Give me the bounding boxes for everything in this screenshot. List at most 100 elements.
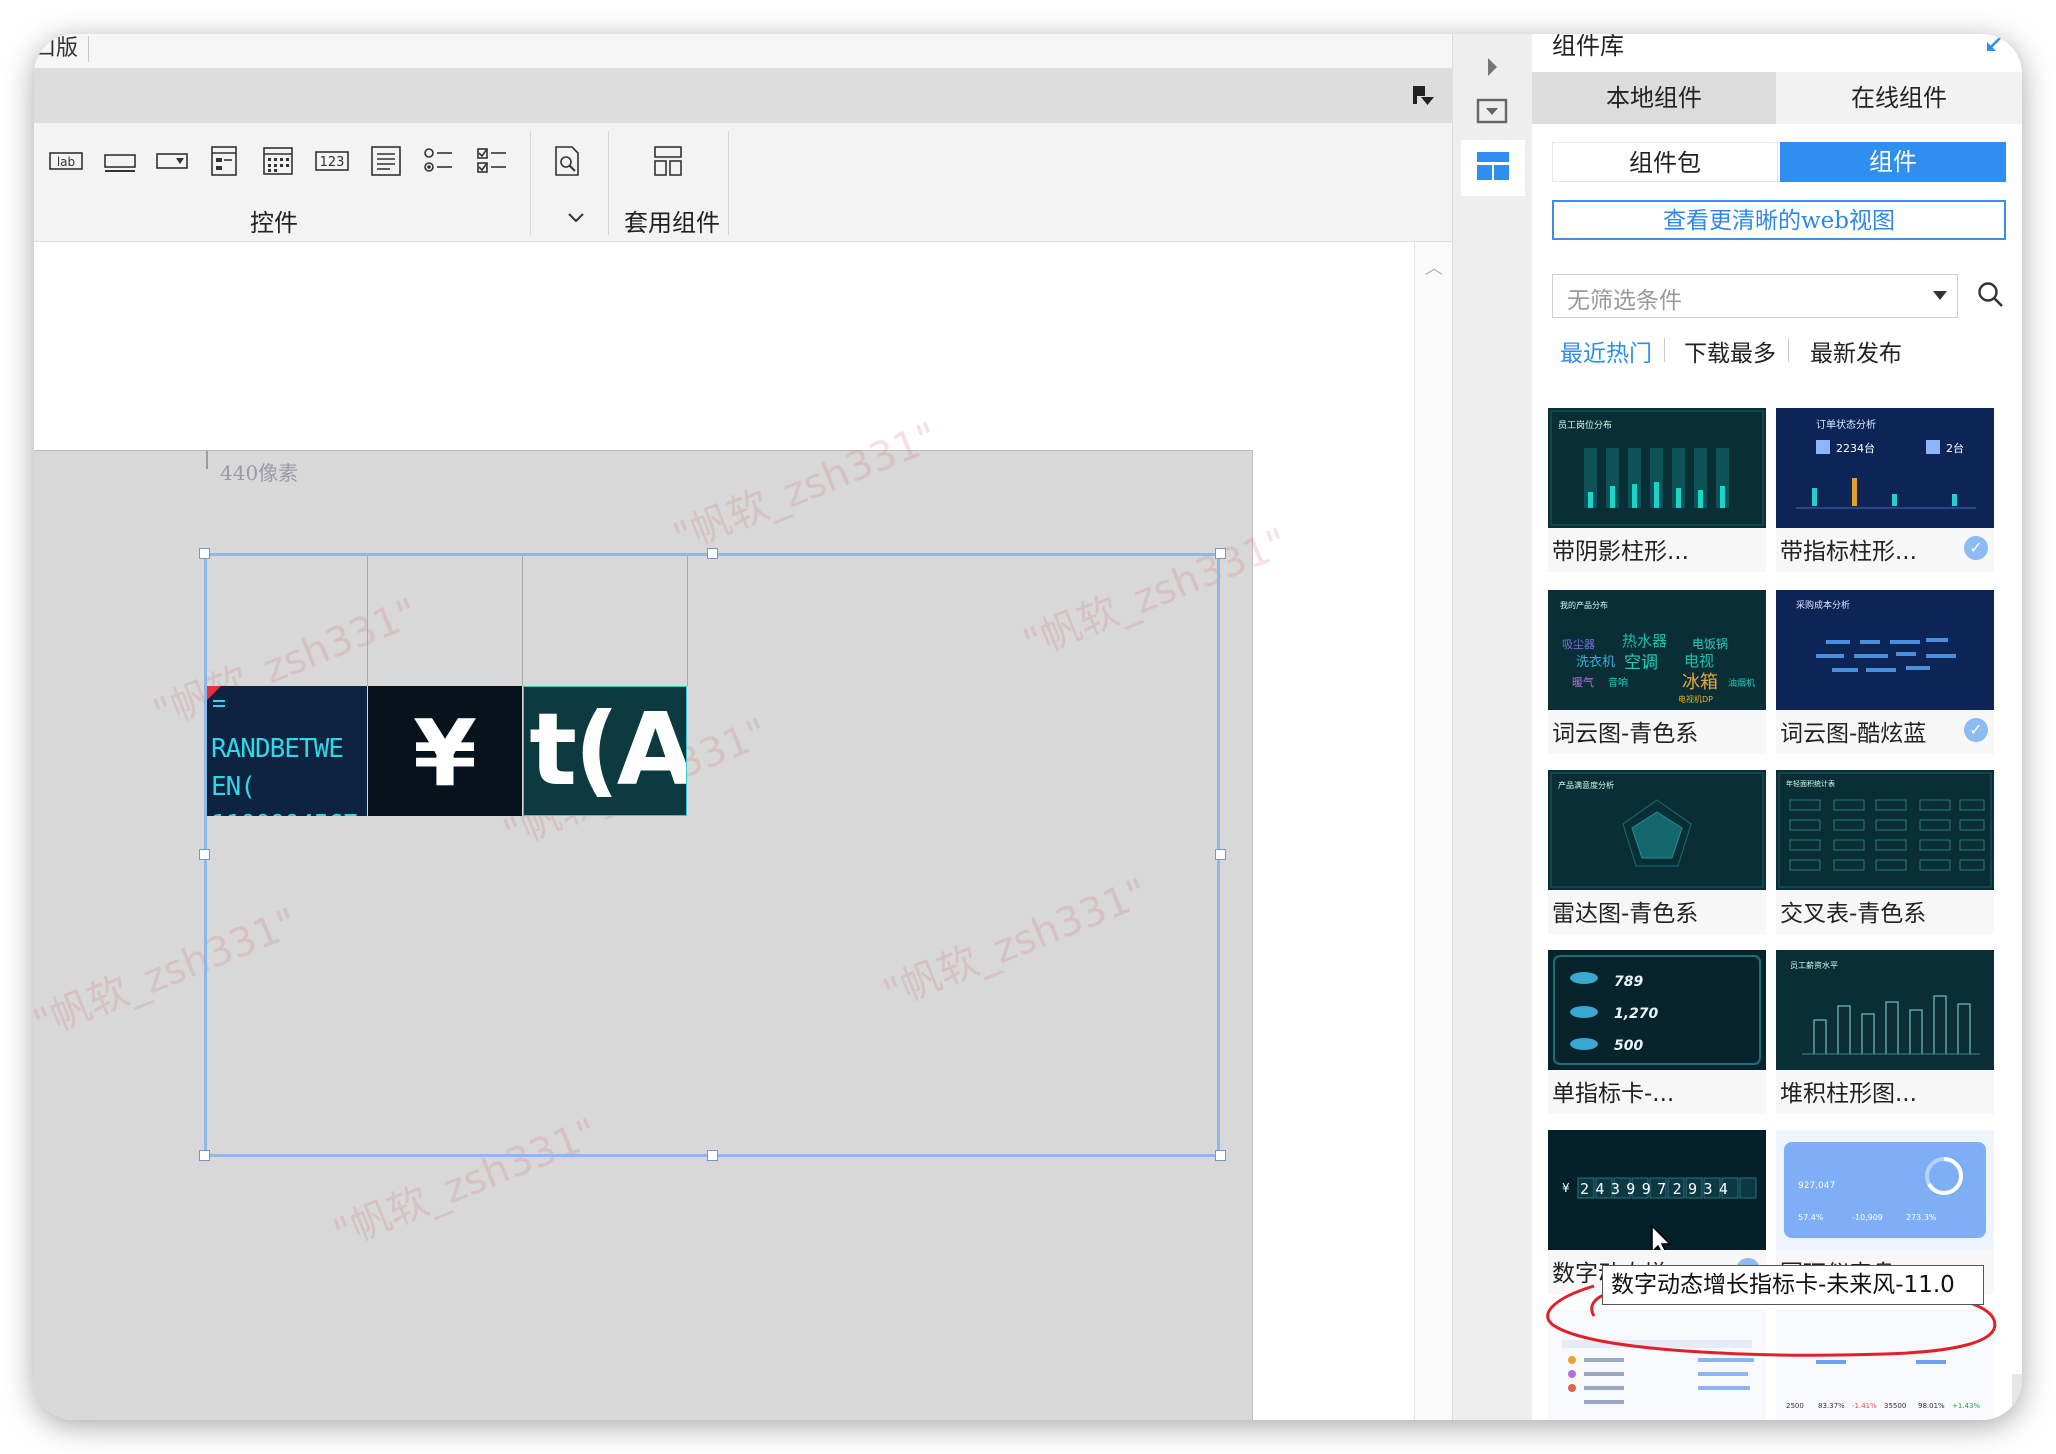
card-label: 堆积柱形图... bbox=[1780, 1081, 1917, 1107]
svg-text:电饭锅: 电饭锅 bbox=[1692, 636, 1728, 651]
panel-scrollbar[interactable] bbox=[2012, 1374, 2022, 1420]
preview-icon[interactable] bbox=[548, 145, 584, 177]
card-thumbnail: 员工薪资水平 bbox=[1776, 950, 1994, 1070]
canvas-vertical-scrollbar[interactable]: ︿ bbox=[1414, 242, 1453, 1420]
yen-symbol: ¥ bbox=[412, 700, 477, 807]
svg-text:83.37%: 83.37% bbox=[1818, 1402, 1845, 1410]
ribbon-separator bbox=[530, 131, 531, 235]
component-card[interactable]: 员工岗位分布 带阴影柱形... bbox=[1548, 408, 1766, 572]
radio-group-icon[interactable] bbox=[420, 145, 456, 177]
resize-handle-ne[interactable] bbox=[1215, 548, 1226, 559]
resize-handle-w[interactable] bbox=[199, 849, 210, 860]
widget-ribbon: lab 123 控件 套用组件 bbox=[34, 123, 1452, 242]
svg-text:采购成本分析: 采购成本分析 bbox=[1796, 599, 1850, 611]
collapse-ribbon-icon[interactable] bbox=[1412, 85, 1436, 107]
dashboard-body[interactable]: 440像素 "帆软_zsh331" "帆软_zsh331" "帆软_zsh331… bbox=[34, 414, 1294, 1420]
card-label: 带指标柱形... bbox=[1780, 539, 1917, 565]
card-thumbnail: 789 1,270 500 bbox=[1548, 950, 1766, 1070]
component-library-panel: 组件库 本地组件 在线组件 组件包 组件 查看更清晰的web视图 无筛选条件 最… bbox=[1532, 34, 2022, 1420]
resize-handle-e[interactable] bbox=[1215, 849, 1226, 860]
svg-text:空调: 空调 bbox=[1624, 653, 1658, 673]
ribbon-separator bbox=[728, 131, 729, 235]
svg-text:2234台: 2234台 bbox=[1836, 441, 1875, 455]
segment-component[interactable]: 组件 bbox=[1780, 142, 2006, 182]
resize-handle-n[interactable] bbox=[707, 548, 718, 559]
widget-settings-icon[interactable] bbox=[1473, 92, 1511, 130]
ribbon-header bbox=[34, 69, 1452, 123]
resize-handle-se[interactable] bbox=[1215, 1150, 1226, 1161]
resize-handle-nw[interactable] bbox=[199, 548, 210, 559]
sort-divider bbox=[1788, 338, 1789, 362]
card-thumbnail: 订单状态分析 2234台 2台 bbox=[1776, 408, 1994, 528]
svg-text:员工薪资水平: 员工薪资水平 bbox=[1790, 960, 1838, 970]
component-library-tab[interactable] bbox=[1461, 140, 1525, 196]
number-cell[interactable]: it(A bbox=[523, 686, 687, 816]
dock-arrow-icon[interactable] bbox=[1984, 34, 2004, 54]
selected-component-frame[interactable]: RANDBETWE EN( 1100004567 ¥ it(A bbox=[204, 553, 1220, 1157]
app-window: 口版 lab 123 控件 套用组件 ︿ 440像素 "帆软_zsh331" "… bbox=[34, 34, 2022, 1420]
card-thumbnail: 采购成本分析 bbox=[1776, 590, 1994, 710]
segment-component-package[interactable]: 组件包 bbox=[1552, 142, 1778, 182]
date-tool-icon[interactable] bbox=[260, 145, 296, 177]
tab-online-components[interactable]: 在线组件 bbox=[1776, 72, 2022, 124]
cell-formula-text: it(A bbox=[524, 691, 687, 808]
svg-text:我的产品分布: 我的产品分布 bbox=[1560, 600, 1608, 610]
top-tab-bar: 口版 bbox=[34, 34, 1452, 69]
svg-text:暖气: 暖气 bbox=[1572, 675, 1594, 689]
width-pixel-label: 440像素 bbox=[220, 461, 299, 485]
sort-most-downloaded[interactable]: 下载最多 bbox=[1684, 334, 1776, 368]
sort-recent-hot[interactable]: 最近热门 bbox=[1560, 334, 1652, 368]
component-card[interactable]: 我的产品分布 吸尘器 热水器 电饭锅 洗衣机 空调 电视 暖气 音响 冰箱 油烟… bbox=[1548, 590, 1766, 754]
component-name-tooltip: 数字动态增长指标卡-未来风-11.0 bbox=[1602, 1265, 1984, 1305]
textbox-tool-icon[interactable] bbox=[102, 145, 138, 177]
svg-text:产品满意度分析: 产品满意度分析 bbox=[1558, 780, 1614, 790]
svg-text:洗衣机: 洗衣机 bbox=[1576, 654, 1615, 670]
card-thumbnail: ¥ 2439972934 bbox=[1548, 1130, 1766, 1250]
card-thumbnail: 我的产品分布 吸尘器 热水器 电饭锅 洗衣机 空调 电视 暖气 音响 冰箱 油烟… bbox=[1548, 590, 1766, 710]
dropdown-tool-icon[interactable] bbox=[154, 145, 190, 177]
panel-title: 组件库 bbox=[1552, 34, 1624, 60]
svg-text:35500: 35500 bbox=[1884, 1402, 1906, 1410]
sort-divider bbox=[1664, 338, 1665, 362]
svg-text:热水器: 热水器 bbox=[1622, 632, 1667, 650]
formula-cell[interactable]: RANDBETWE EN( 1100004567 bbox=[207, 686, 367, 816]
svg-text:-10,909: -10,909 bbox=[1852, 1213, 1883, 1222]
layout-icon[interactable] bbox=[650, 145, 686, 177]
component-card[interactable]: 产品满意度分析 雷达图-青色系 bbox=[1548, 770, 1766, 934]
currency-cell[interactable]: ¥ bbox=[368, 686, 522, 816]
sort-newest[interactable]: 最新发布 bbox=[1810, 334, 1902, 368]
component-card[interactable]: 采购成本分析 词云图-酷炫蓝 ✓ bbox=[1776, 590, 1994, 754]
filter-select[interactable]: 无筛选条件 bbox=[1552, 274, 1958, 318]
svg-text:油烟机: 油烟机 bbox=[1728, 677, 1755, 689]
search-icon[interactable] bbox=[1976, 280, 2006, 310]
resize-handle-s[interactable] bbox=[707, 1150, 718, 1161]
template-tab[interactable]: 口版 bbox=[34, 36, 90, 62]
side-icon-strip bbox=[1452, 34, 1534, 1420]
web-view-button[interactable]: 查看更清晰的web视图 bbox=[1552, 200, 2006, 240]
card-label: 词云图-青色系 bbox=[1552, 721, 1699, 747]
svg-text:冰箱: 冰箱 bbox=[1682, 672, 1718, 693]
component-card[interactable]: 年轻面积统计表 交叉表-青色系 bbox=[1776, 770, 1994, 934]
template-group-label: 套用组件 bbox=[624, 209, 720, 237]
component-card[interactable]: 员工薪资水平 堆积柱形图... bbox=[1776, 950, 1994, 1114]
component-card[interactable]: 789 1,270 500 单指标卡-... bbox=[1548, 950, 1766, 1114]
tab-local-components[interactable]: 本地组件 bbox=[1532, 72, 1776, 124]
resize-handle-sw[interactable] bbox=[199, 1150, 210, 1161]
installed-check-icon: ✓ bbox=[1964, 718, 1988, 742]
checkbox-group-icon[interactable] bbox=[474, 145, 510, 177]
listbox-tool-icon[interactable] bbox=[206, 145, 242, 177]
svg-text:57.4%: 57.4% bbox=[1798, 1213, 1824, 1222]
svg-text:98.01%: 98.01% bbox=[1918, 1402, 1945, 1410]
textarea-tool-icon[interactable] bbox=[368, 145, 404, 177]
expand-arrow-icon[interactable] bbox=[1473, 48, 1511, 86]
component-card[interactable]: 订单状态分析 2234台 2台 带指标柱形... ✓ bbox=[1776, 408, 1994, 572]
formula-text: RANDBETWE EN( 1100004567 bbox=[211, 734, 359, 816]
svg-text:¥: ¥ bbox=[1562, 1181, 1570, 1195]
scroll-up-icon[interactable]: ︿ bbox=[1425, 254, 1443, 280]
label-tool-icon[interactable]: lab bbox=[48, 145, 84, 177]
chevron-down-icon[interactable] bbox=[566, 207, 586, 227]
number-tool-icon[interactable]: 123 bbox=[314, 145, 350, 177]
svg-text:2台: 2台 bbox=[1946, 441, 1964, 455]
grid-column-line bbox=[687, 556, 688, 686]
svg-text:123: 123 bbox=[320, 155, 345, 170]
